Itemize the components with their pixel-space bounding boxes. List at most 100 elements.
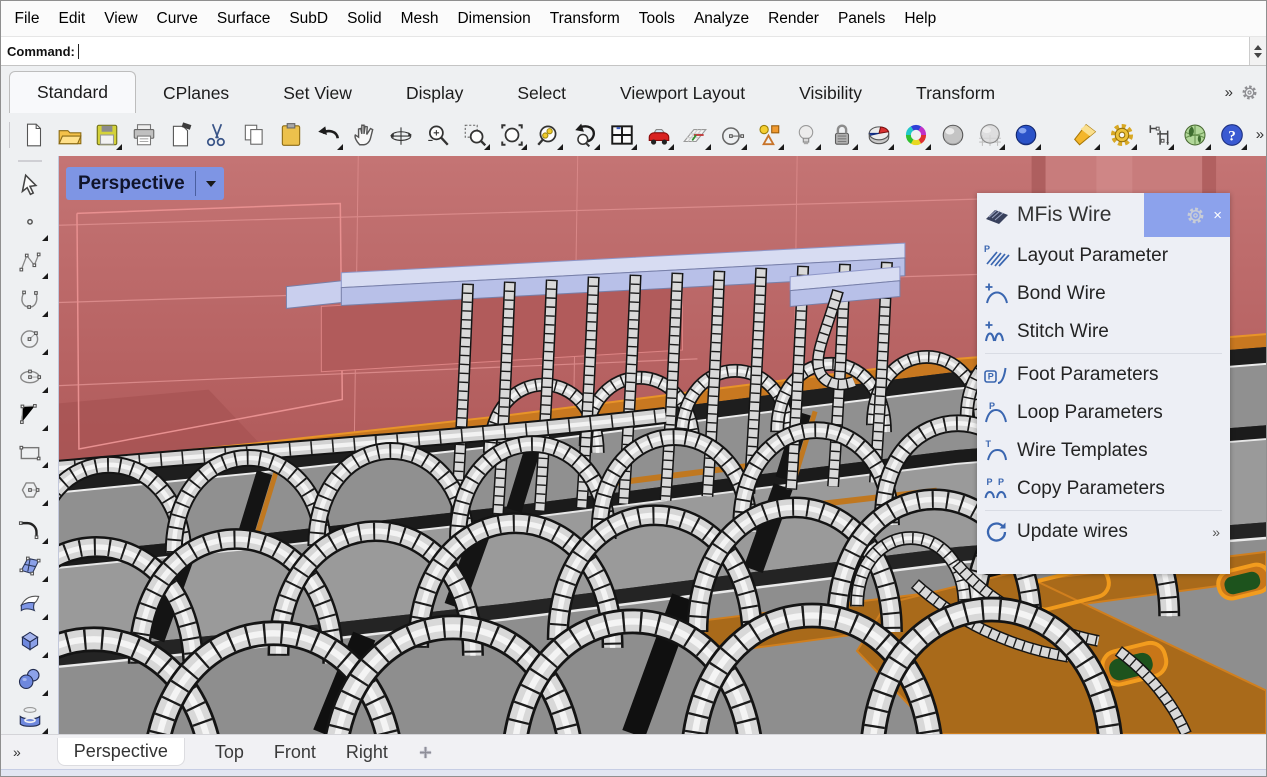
four-viewports-icon[interactable] <box>607 119 637 150</box>
pan-view-icon[interactable] <box>349 119 379 150</box>
viewport-tab-right[interactable]: Right <box>346 742 388 763</box>
circle-icon[interactable] <box>12 321 48 354</box>
undo-view-icon[interactable] <box>570 119 600 150</box>
rotate-view-icon[interactable] <box>386 119 416 150</box>
svg-text:P: P <box>987 477 993 487</box>
mfis-item-update-wires[interactable]: Update wires » <box>977 513 1230 551</box>
menu-mesh[interactable]: Mesh <box>391 10 448 28</box>
polygon-icon[interactable] <box>12 473 48 506</box>
menu-solid[interactable]: Solid <box>338 10 391 28</box>
options-gear-icon[interactable] <box>1107 119 1137 150</box>
menu-panels[interactable]: Panels <box>828 10 894 28</box>
command-history-spinner[interactable] <box>1249 37 1266 65</box>
shaded-display-icon[interactable] <box>938 119 968 150</box>
perspective-viewport[interactable]: Perspective MFis Wire × P Layout Paramet… <box>58 156 1266 734</box>
zoom-dynamic-icon[interactable] <box>423 119 453 150</box>
menu-render[interactable]: Render <box>759 10 829 28</box>
menu-tools[interactable]: Tools <box>629 10 684 28</box>
menu-subd[interactable]: SubD <box>280 10 338 28</box>
menu-edit[interactable]: Edit <box>49 10 95 28</box>
menu-surface[interactable]: Surface <box>207 10 279 28</box>
tab-display[interactable]: Display <box>379 73 490 113</box>
mfis-item-layout-parameter[interactable]: P Layout Parameter <box>977 237 1230 275</box>
mfis-panel-header[interactable]: MFis Wire × <box>977 193 1230 237</box>
menu-help[interactable]: Help <box>895 10 946 28</box>
add-viewport-icon[interactable] <box>418 745 433 760</box>
spinner-up-icon[interactable] <box>1254 45 1262 50</box>
dimension-icon[interactable] <box>1144 119 1174 150</box>
tab-overflow-chevron[interactable]: » <box>1225 84 1233 101</box>
tab-set-view[interactable]: Set View <box>256 73 379 113</box>
select-icon[interactable] <box>12 169 48 202</box>
zoom-target-icon[interactable] <box>533 119 563 150</box>
mfis-item-copy-parameters[interactable]: PP Copy Parameters <box>977 470 1230 508</box>
ghosted-display-icon[interactable] <box>974 119 1004 150</box>
menu-file[interactable]: File <box>5 10 49 28</box>
rendered-display-icon[interactable] <box>1011 119 1041 150</box>
color-wheel-icon[interactable] <box>901 119 931 150</box>
fillet-icon[interactable] <box>12 511 48 544</box>
control-point-curve-icon[interactable] <box>12 245 48 278</box>
mfis-item-wire-templates[interactable]: T Wire Templates <box>977 432 1230 470</box>
mfis-item-bond-wire[interactable]: Bond Wire <box>977 275 1230 313</box>
paste-icon[interactable] <box>276 119 306 150</box>
toolbar-overflow-chevron[interactable]: » <box>1254 126 1266 143</box>
print-icon[interactable] <box>129 119 159 150</box>
cut-icon[interactable] <box>202 119 232 150</box>
close-icon[interactable]: × <box>1213 208 1222 223</box>
tab-standard[interactable]: Standard <box>9 71 136 113</box>
viewport-tab-perspective[interactable]: Perspective <box>57 738 185 766</box>
edit-page-icon[interactable] <box>166 119 196 150</box>
help-icon[interactable]: ? <box>1217 119 1247 150</box>
zoom-window-icon[interactable] <box>460 119 490 150</box>
viewport-tabs-overflow-chevron[interactable]: » <box>13 744 21 760</box>
lock-icon[interactable] <box>827 119 857 150</box>
box-icon[interactable] <box>12 625 48 658</box>
menu-curve[interactable]: Curve <box>147 10 207 28</box>
web-browser-globe-icon[interactable] <box>1180 119 1210 150</box>
revolved-surface-icon[interactable] <box>12 701 48 734</box>
menu-view[interactable]: View <box>95 10 147 28</box>
menu-dimension[interactable]: Dimension <box>448 10 540 28</box>
copy-icon[interactable] <box>239 119 269 150</box>
menu-transform[interactable]: Transform <box>540 10 629 28</box>
save-icon[interactable] <box>92 119 122 150</box>
lights-icon[interactable] <box>791 119 821 150</box>
tab-visibility[interactable]: Visibility <box>772 73 889 113</box>
selection-filter-icon[interactable] <box>754 119 784 150</box>
tab-transform[interactable]: Transform <box>889 73 1022 113</box>
chevron-down-icon[interactable] <box>206 181 216 187</box>
spinner-down-icon[interactable] <box>1254 53 1262 58</box>
curve-through-points-icon[interactable] <box>12 283 48 316</box>
viewport-tab-front[interactable]: Front <box>274 742 316 763</box>
undo-icon[interactable] <box>313 119 343 150</box>
arc-icon[interactable] <box>12 397 48 430</box>
named-view-icon[interactable] <box>643 119 673 150</box>
surface-from-points-icon[interactable] <box>12 549 48 582</box>
gear-icon[interactable] <box>1186 206 1205 225</box>
new-file-icon[interactable] <box>18 119 48 150</box>
cplane-icon[interactable] <box>680 119 710 150</box>
tab-select[interactable]: Select <box>490 73 593 113</box>
tab-cplanes[interactable]: CPlanes <box>136 73 256 113</box>
tab-viewport-layout[interactable]: Viewport Layout <box>593 73 772 113</box>
mfis-item-foot-parameters[interactable]: P Foot Parameters <box>977 356 1230 394</box>
circle-tool-icon[interactable] <box>717 119 747 150</box>
spotlight-icon[interactable] <box>1070 119 1100 150</box>
update-wires-overflow-chevron[interactable]: » <box>1212 524 1230 540</box>
command-bar[interactable]: Command: <box>1 36 1266 66</box>
layers-pie-icon[interactable] <box>864 119 894 150</box>
menu-analyze[interactable]: Analyze <box>684 10 758 28</box>
mfis-item-stitch-wire[interactable]: Stitch Wire <box>977 313 1230 351</box>
open-file-icon[interactable] <box>55 119 85 150</box>
sphere-icon[interactable] <box>12 663 48 696</box>
zoom-selected-icon[interactable] <box>496 119 526 150</box>
curved-surface-icon[interactable] <box>12 587 48 620</box>
point-icon[interactable] <box>12 207 48 240</box>
mfis-item-loop-parameters[interactable]: P Loop Parameters <box>977 394 1230 432</box>
ellipse-icon[interactable] <box>12 359 48 392</box>
rectangle-icon[interactable] <box>12 435 48 468</box>
viewport-title-dropdown[interactable]: Perspective <box>66 167 224 200</box>
tab-gear-icon[interactable] <box>1241 84 1258 101</box>
viewport-tab-top[interactable]: Top <box>215 742 244 763</box>
